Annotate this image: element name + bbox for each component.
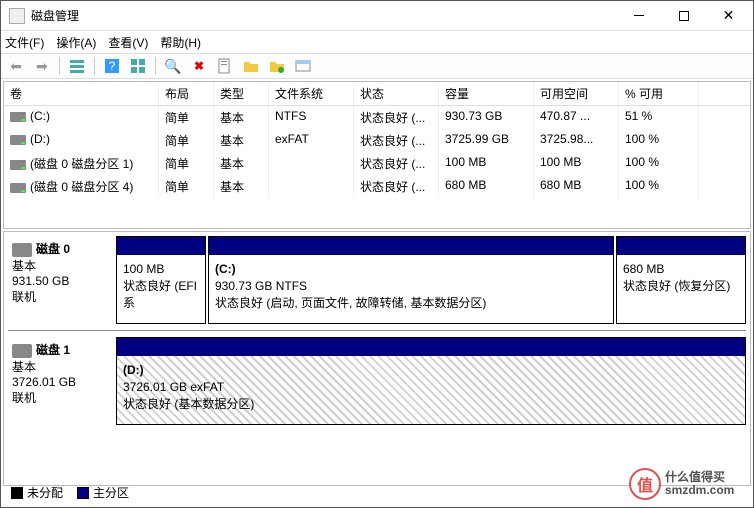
forward-icon[interactable]: ➡ bbox=[31, 55, 53, 77]
col-filesystem[interactable]: 文件系统 bbox=[269, 82, 354, 105]
properties-icon[interactable] bbox=[214, 55, 236, 77]
col-capacity[interactable]: 容量 bbox=[439, 82, 534, 105]
disk-label[interactable]: 磁盘 0 基本 931.50 GB 联机 bbox=[8, 236, 116, 324]
volume-icon bbox=[10, 135, 26, 145]
menu-help[interactable]: 帮助(H) bbox=[160, 34, 201, 51]
maximize-button[interactable] bbox=[661, 2, 706, 30]
col-layout[interactable]: 布局 bbox=[159, 82, 214, 105]
disk-label[interactable]: 磁盘 1 基本 3726.01 GB 联机 bbox=[8, 337, 116, 425]
col-status[interactable]: 状态 bbox=[354, 82, 439, 105]
delete-icon[interactable]: ✖ bbox=[188, 55, 210, 77]
menu-action[interactable]: 操作(A) bbox=[56, 34, 96, 51]
close-button[interactable]: ✕ bbox=[706, 2, 751, 30]
menu-bar: 文件(F) 操作(A) 查看(V) 帮助(H) bbox=[1, 31, 753, 53]
volume-row[interactable]: (磁盘 0 磁盘分区 4)简单基本状态良好 (...680 MB680 MB10… bbox=[4, 175, 750, 198]
options-icon[interactable] bbox=[292, 55, 314, 77]
disk-icon bbox=[12, 243, 32, 257]
volume-row[interactable]: (C:)简单基本NTFS状态良好 (...930.73 GB470.87 ...… bbox=[4, 106, 750, 129]
help-icon[interactable]: ? bbox=[101, 55, 123, 77]
folder-icon[interactable] bbox=[240, 55, 262, 77]
grid-icon[interactable] bbox=[127, 55, 149, 77]
volume-row[interactable]: (D:)简单基本exFAT状态良好 (...3725.99 GB3725.98.… bbox=[4, 129, 750, 152]
app-icon bbox=[9, 8, 25, 24]
partition-recovery[interactable]: 680 MB状态良好 (恢复分区) bbox=[616, 236, 746, 324]
col-free[interactable]: 可用空间 bbox=[534, 82, 619, 105]
menu-file[interactable]: 文件(F) bbox=[5, 34, 44, 51]
legend-swatch-unallocated bbox=[11, 487, 23, 499]
volume-icon bbox=[10, 112, 26, 122]
volume-list-header: 卷 布局 类型 文件系统 状态 容量 可用空间 % 可用 bbox=[4, 82, 750, 106]
col-type[interactable]: 类型 bbox=[214, 82, 269, 105]
disk-row-0: 磁盘 0 基本 931.50 GB 联机 100 MB状态良好 (EFI 系 (… bbox=[8, 236, 746, 331]
col-percent[interactable]: % 可用 bbox=[619, 82, 699, 105]
menu-view[interactable]: 查看(V) bbox=[108, 34, 148, 51]
list-view-icon[interactable] bbox=[66, 55, 88, 77]
toolbar: ⬅ ➡ ? 🔍 ✖ bbox=[1, 53, 753, 79]
partition-d[interactable]: (D:)3726.01 GB exFAT状态良好 (基本数据分区) bbox=[116, 337, 746, 425]
watermark: 值 什么值得买smzdm.com bbox=[629, 465, 749, 503]
volume-row[interactable]: (磁盘 0 磁盘分区 1)简单基本状态良好 (...100 MB100 MB10… bbox=[4, 152, 750, 175]
partition-c[interactable]: (C:)930.73 GB NTFS状态良好 (启动, 页面文件, 故障转储, … bbox=[208, 236, 614, 324]
volume-list: 卷 布局 类型 文件系统 状态 容量 可用空间 % 可用 (C:)简单基本NTF… bbox=[3, 81, 751, 229]
window-title: 磁盘管理 bbox=[31, 7, 616, 24]
refresh-folder-icon[interactable] bbox=[266, 55, 288, 77]
volume-icon bbox=[10, 183, 26, 193]
graphical-view: 磁盘 0 基本 931.50 GB 联机 100 MB状态良好 (EFI 系 (… bbox=[3, 231, 751, 486]
search-icon[interactable]: 🔍 bbox=[162, 55, 184, 77]
disk-row-1: 磁盘 1 基本 3726.01 GB 联机 (D:)3726.01 GB exF… bbox=[8, 337, 746, 431]
disk-icon bbox=[12, 344, 32, 358]
col-volume[interactable]: 卷 bbox=[4, 82, 159, 105]
minimize-button[interactable] bbox=[616, 2, 661, 30]
back-icon[interactable]: ⬅ bbox=[5, 55, 27, 77]
svg-text:?: ? bbox=[109, 59, 116, 73]
legend-swatch-primary bbox=[77, 487, 89, 499]
partition-efi[interactable]: 100 MB状态良好 (EFI 系 bbox=[116, 236, 206, 324]
title-bar: 磁盘管理 ✕ bbox=[1, 1, 753, 31]
volume-icon bbox=[10, 160, 26, 170]
legend: 未分配 主分区 bbox=[11, 484, 129, 501]
